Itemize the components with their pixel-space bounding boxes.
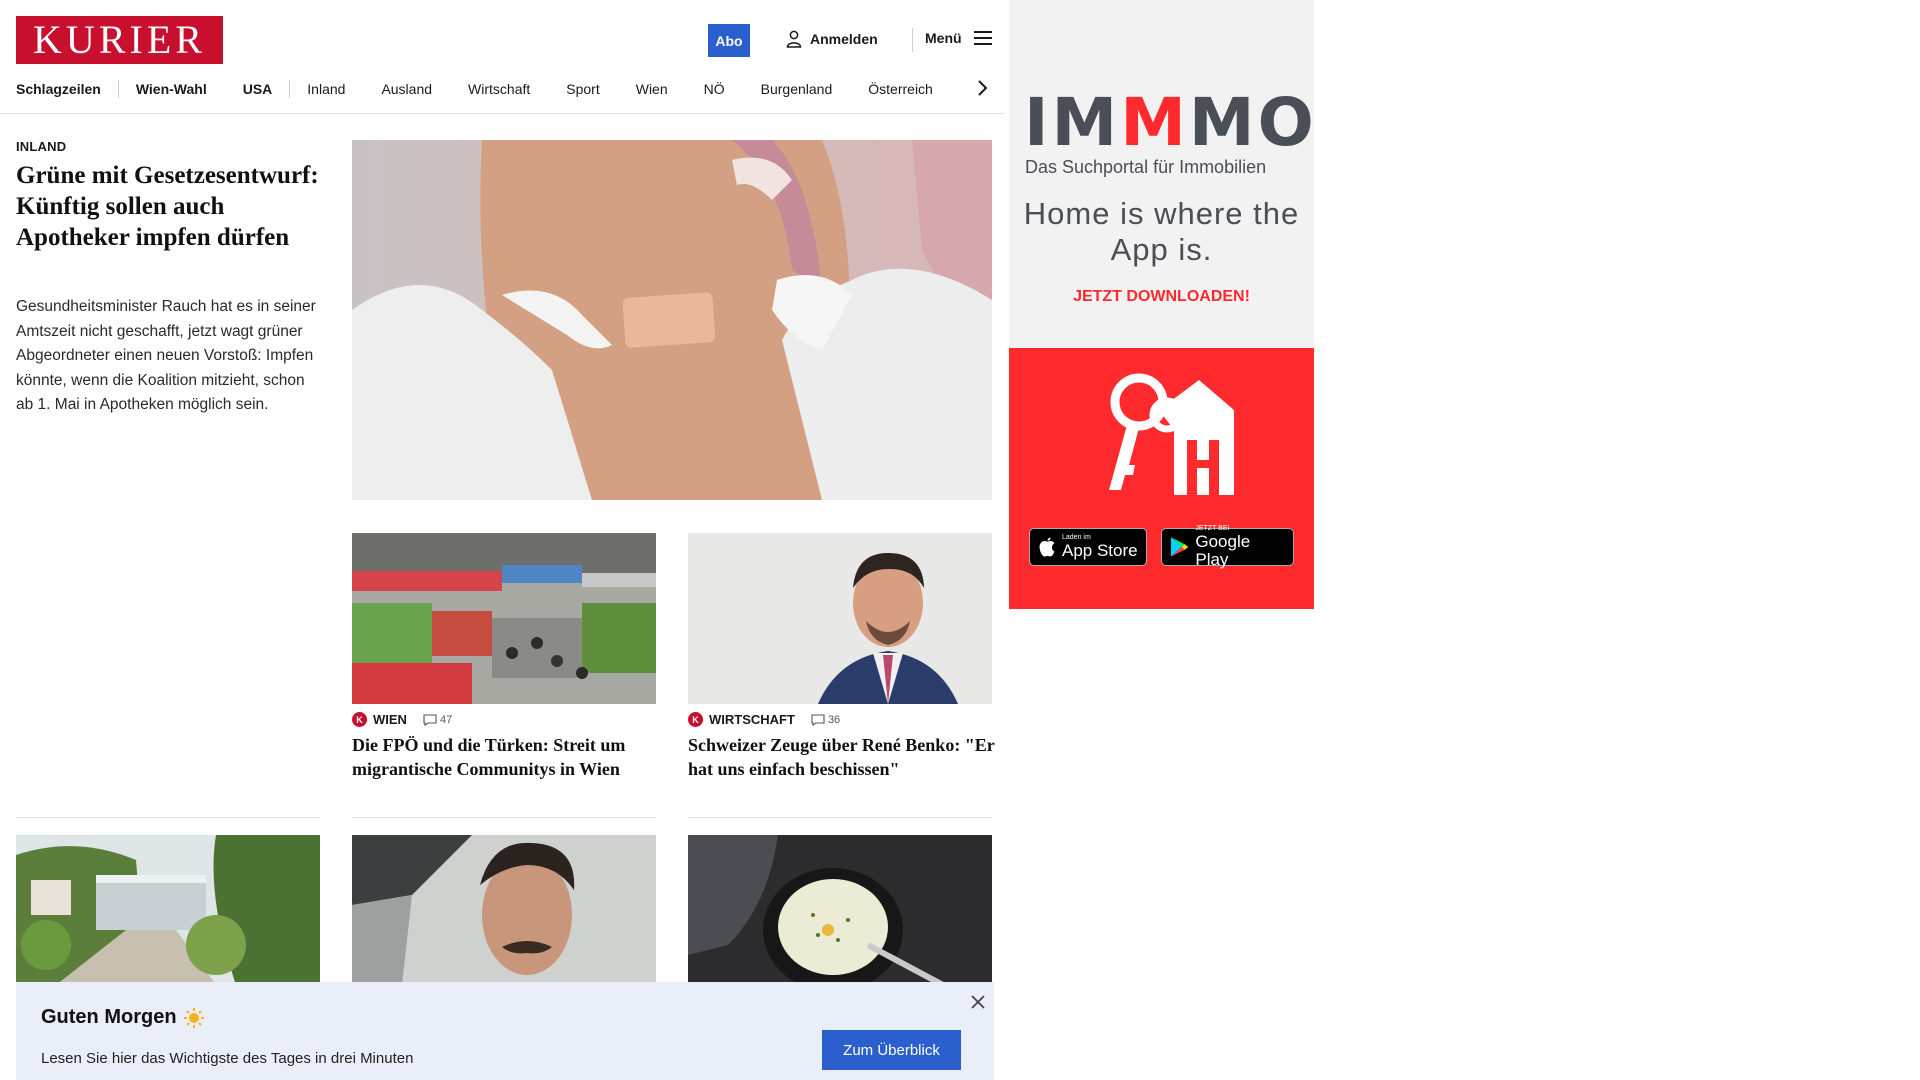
ad-tagline: Home is where the App is.: [1023, 196, 1300, 267]
morning-briefing-banner: Guten Morgen Lesen Sie hier das Wichtigs…: [16, 982, 994, 1080]
nav-item-schlagzeilen[interactable]: Schlagzeilen: [16, 81, 101, 97]
immmo-ad[interactable]: IMMMO Das Suchportal für Immobilien Home…: [1009, 0, 1314, 348]
nav-item-burgenland[interactable]: Burgenland: [761, 81, 833, 97]
apple-icon: [1039, 537, 1055, 557]
user-icon: [786, 30, 802, 48]
immmo-ad-app-panel[interactable]: Laden im App Store JETZT BEI Google Play: [1009, 348, 1314, 609]
article-headline[interactable]: Schweizer Zeuge über René Benko: "Er hat…: [688, 733, 998, 781]
nav-item-oesterreich[interactable]: Österreich: [868, 81, 933, 97]
lead-teaser[interactable]: Gesundheitsminister Rauch hat es in sein…: [16, 295, 326, 418]
ad-logo-part3: MO: [1188, 84, 1317, 161]
section-label[interactable]: WIRTSCHAFT: [709, 712, 795, 727]
divider: [688, 817, 992, 818]
google-play-button[interactable]: JETZT BEI Google Play: [1161, 525, 1294, 569]
divider: [16, 817, 320, 818]
article-meta: K WIEN 47: [352, 712, 452, 727]
lead-image[interactable]: [352, 140, 992, 500]
ad-logo-part2: M: [1120, 84, 1189, 161]
ad-download-link[interactable]: JETZT DOWNLOADEN!: [1009, 288, 1314, 306]
kurier-badge-icon: K: [688, 712, 703, 727]
nav-item-wirtschaft[interactable]: Wirtschaft: [468, 81, 530, 97]
comment-count-value: 36: [827, 713, 841, 726]
section-label[interactable]: WIEN: [373, 712, 407, 727]
immmo-logo: IMMMO: [1024, 90, 1317, 156]
lead-headline[interactable]: Grüne mit Gesetzesentwurf: Künftig solle…: [16, 160, 326, 253]
abo-button[interactable]: Abo: [708, 24, 750, 57]
comment-count[interactable]: 47: [423, 714, 452, 726]
article-image-market[interactable]: [352, 533, 656, 704]
category-nav: Schlagzeilen Wien-Wahl USA Inland Auslan…: [16, 78, 933, 100]
app-store-button[interactable]: Laden im App Store: [1029, 528, 1147, 566]
ad-subtitle: Das Suchportal für Immobilien: [1025, 157, 1267, 177]
nav-item-ausland[interactable]: Ausland: [381, 81, 432, 97]
nav-item-wien-wahl[interactable]: Wien-Wahl: [136, 81, 207, 97]
divider: [352, 817, 656, 818]
nav-item-inland[interactable]: Inland: [307, 81, 345, 97]
nav-item-noe[interactable]: NÖ: [704, 81, 725, 97]
key-house-icon: [1109, 373, 1234, 495]
nav-divider-line: [0, 113, 1004, 114]
nav-divider: [289, 80, 291, 98]
comment-count-value: 47: [439, 713, 453, 726]
article-headline[interactable]: Die FPÖ und die Türken: Streit um migran…: [352, 733, 656, 781]
article-meta: K WIRTSCHAFT 36: [688, 712, 840, 727]
banner-title-text: Guten Morgen: [41, 1006, 177, 1028]
article-image-man[interactable]: [352, 835, 656, 985]
menu-label: Menü: [925, 30, 962, 46]
sun-icon: [183, 1007, 204, 1028]
kurier-badge-icon: K: [352, 712, 367, 727]
login-label: Anmelden: [810, 31, 878, 47]
ad-logo-part1: IM: [1024, 84, 1121, 161]
nav-item-wien[interactable]: Wien: [636, 81, 668, 97]
article-image-house[interactable]: [16, 835, 320, 985]
google-play-label: Google Play: [1195, 532, 1251, 569]
banner-text: Lesen Sie hier das Wichtigste des Tages …: [41, 1050, 414, 1067]
article-image-portrait[interactable]: [688, 533, 992, 704]
main-column: KURIER Abo Anmelden Menü Schlagzeilen Wi…: [0, 0, 1004, 1080]
nav-item-usa[interactable]: USA: [243, 81, 273, 97]
comment-icon: [423, 713, 437, 726]
menu-button[interactable]: Menü: [925, 30, 992, 46]
comment-count[interactable]: 36: [811, 714, 840, 726]
banner-title: Guten Morgen: [41, 1006, 205, 1029]
nav-divider: [117, 80, 119, 98]
google-play-icon: [1170, 537, 1189, 557]
chevron-right-icon[interactable]: [973, 78, 991, 98]
nav-item-sport[interactable]: Sport: [566, 81, 599, 97]
overview-button[interactable]: Zum Überblick: [822, 1030, 961, 1070]
app-store-label: App Store: [1062, 541, 1138, 560]
comment-icon: [811, 713, 825, 726]
hamburger-icon: [973, 31, 992, 45]
kurier-logo[interactable]: KURIER: [16, 16, 223, 64]
close-icon[interactable]: [968, 992, 988, 1012]
article-image-soup[interactable]: [688, 835, 992, 985]
lead-section-label[interactable]: INLAND: [16, 139, 66, 154]
header-divider: [912, 28, 913, 52]
login-button[interactable]: Anmelden: [786, 30, 878, 48]
